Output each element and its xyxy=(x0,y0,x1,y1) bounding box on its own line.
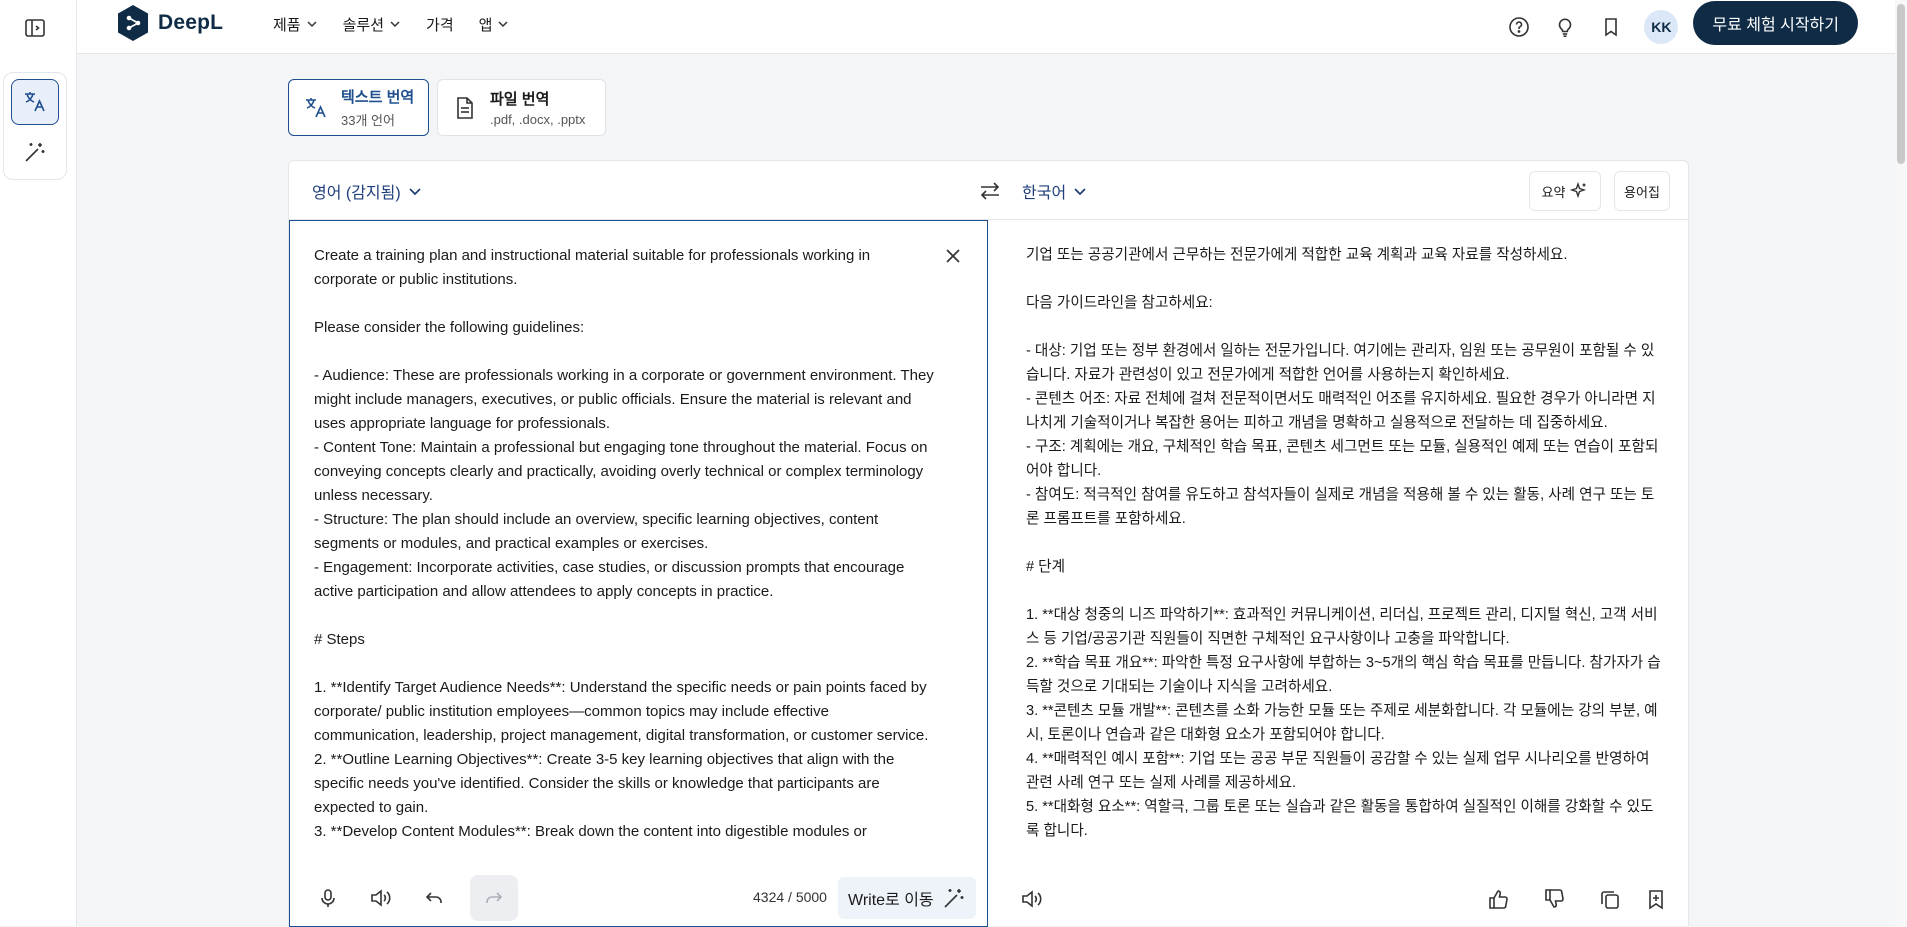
magic-wand-icon xyxy=(944,889,964,908)
nav-item-products[interactable]: 제품 xyxy=(273,14,318,34)
target-language-select[interactable]: 한국어 xyxy=(1022,179,1087,203)
chevron-down-icon xyxy=(409,188,421,196)
summary-button[interactable]: 요약 xyxy=(1529,171,1601,211)
chevron-down-icon xyxy=(307,21,317,28)
nav-item-label: 제품 xyxy=(273,16,301,34)
summary-label: 요약 xyxy=(1541,184,1566,200)
undo-icon[interactable] xyxy=(410,875,458,921)
close-icon[interactable] xyxy=(942,245,964,267)
thumbs-up-icon[interactable] xyxy=(1474,876,1522,922)
top-bar: DeepL 제품 솔루션 가격 앱 KK 무료 체험 시작하기 xyxy=(77,0,1907,54)
magic-wand-icon xyxy=(25,143,45,162)
go-to-write-button[interactable]: Write로 이동 xyxy=(838,877,976,919)
avatar[interactable]: KK xyxy=(1644,10,1679,44)
swap-languages-icon[interactable] xyxy=(977,178,1003,204)
language-bar: 영어 (감지됨) 한국어 요약 용어집 xyxy=(289,161,1688,220)
mode-switcher xyxy=(3,72,67,180)
chevron-down-icon xyxy=(498,21,508,28)
tab-text-translation[interactable]: 텍스트 번역 33개 언어 xyxy=(288,79,429,136)
tab-title: 파일 번역 xyxy=(490,91,550,108)
write-mode-button[interactable] xyxy=(11,129,59,175)
scrollbar-thumb[interactable] xyxy=(1897,4,1905,164)
left-rail xyxy=(0,0,77,926)
translate-mode-button[interactable] xyxy=(11,79,59,125)
source-language-label: 영어 (감지됨) xyxy=(312,185,401,202)
sparkle-icon xyxy=(1570,182,1587,199)
translator-card: 영어 (감지됨) 한국어 요약 용어집 Create a training pl… xyxy=(288,160,1689,927)
source-pane: Create a training plan and instructional… xyxy=(289,220,988,927)
lightbulb-icon[interactable] xyxy=(1552,14,1578,40)
glossary-button[interactable]: 용어집 xyxy=(1614,171,1670,211)
nav-item-label: 가격 xyxy=(426,16,454,34)
nav-item-label: 솔루션 xyxy=(342,16,385,34)
deepl-logo-text: DeepL xyxy=(158,11,224,34)
thumbs-down-icon[interactable] xyxy=(1530,876,1578,922)
copy-icon[interactable] xyxy=(1586,876,1634,922)
start-free-trial-button[interactable]: 무료 체험 시작하기 xyxy=(1693,1,1858,45)
target-toolbar xyxy=(988,871,1689,927)
help-icon[interactable] xyxy=(1506,14,1532,40)
nav-item-apps[interactable]: 앱 xyxy=(479,14,510,34)
translated-text: 기업 또는 공공기관에서 근무하는 전문가에게 적합한 교육 계획과 교육 자료… xyxy=(1026,247,1661,839)
translate-icon xyxy=(25,92,45,112)
translate-icon xyxy=(306,97,326,117)
nav-item-pricing[interactable]: 가격 xyxy=(426,14,454,34)
microphone-icon[interactable] xyxy=(304,875,352,921)
write-button-label: Write로 이동 xyxy=(848,892,934,909)
nav-item-solutions[interactable]: 솔루션 xyxy=(343,14,401,34)
sidebar-toggle-icon[interactable] xyxy=(22,15,48,41)
document-icon xyxy=(457,96,473,119)
main-nav: 제품 솔루션 가격 앱 xyxy=(273,14,534,34)
bookmark-icon[interactable] xyxy=(1598,14,1624,40)
speaker-icon[interactable] xyxy=(357,875,405,921)
source-toolbar: 4324 / 5000 Write로 이동 xyxy=(290,870,987,926)
nav-item-label: 앱 xyxy=(478,16,493,34)
save-bookmark-icon[interactable] xyxy=(1632,876,1680,922)
tab-file-translation[interactable]: 파일 번역 .pdf, .docx, .pptx xyxy=(437,79,606,136)
redo-icon[interactable] xyxy=(470,875,518,921)
chevron-down-icon xyxy=(390,21,400,28)
source-text-input[interactable]: Create a training plan and instructional… xyxy=(314,244,936,852)
character-counter: 4324 / 5000 xyxy=(753,889,827,905)
target-pane: 기업 또는 공공기관에서 근무하는 전문가에게 적합한 교육 계획과 교육 자료… xyxy=(988,220,1689,927)
source-language-select[interactable]: 영어 (감지됨) xyxy=(312,179,422,203)
deepl-logo[interactable]: DeepL xyxy=(116,4,223,42)
tab-title: 텍스트 번역 xyxy=(341,89,415,106)
page-scrollbar[interactable] xyxy=(1895,0,1907,926)
tab-subtitle: .pdf, .docx, .pptx xyxy=(490,112,586,127)
header-actions: KK 무료 체험 시작하기 xyxy=(1506,1,1907,45)
speaker-icon[interactable] xyxy=(1008,876,1056,922)
target-language-label: 한국어 xyxy=(1022,185,1067,202)
deepl-logo-icon xyxy=(118,5,148,41)
glossary-label: 용어집 xyxy=(1624,184,1660,200)
tab-subtitle: 33개 언어 xyxy=(341,113,395,128)
chevron-down-icon xyxy=(1074,188,1086,196)
